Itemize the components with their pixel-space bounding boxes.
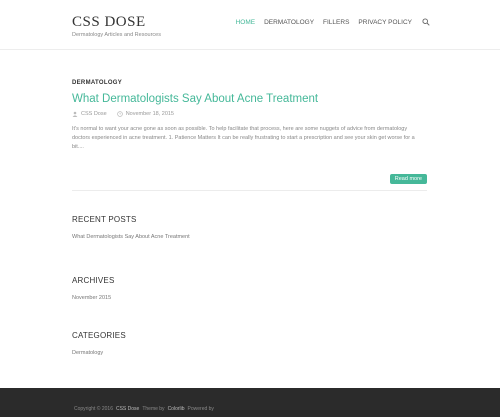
search-icon[interactable]	[422, 18, 430, 26]
recent-posts-widget: RECENT POSTS What Dermatologists Say Abo…	[72, 215, 427, 240]
footer-powered: Powered by	[187, 406, 214, 412]
nav-item-privacy-policy[interactable]: PRIVACY POLICY	[358, 19, 412, 26]
site-header: CSS DOSE Dermatology Articles and Resour…	[0, 0, 500, 50]
post-divider	[72, 190, 427, 191]
nav-item-fillers[interactable]: FILLERS	[323, 19, 349, 26]
footer-theme-prefix: Theme by	[142, 406, 165, 412]
widget-title: ARCHIVES	[72, 276, 115, 285]
post-meta: CSS Dose November 18, 2015	[72, 111, 427, 117]
categories-widget: CATEGORIES Dermatology	[72, 331, 427, 356]
post-author[interactable]: CSS Dose	[81, 111, 107, 117]
site-footer: Copyright © 2016 CSS Dose Theme by Color…	[0, 388, 500, 417]
footer-copyright: Copyright © 2016	[74, 406, 113, 412]
widget-title: RECENT POSTS	[72, 215, 137, 224]
main-nav: HOME DERMATOLOGY FILLERS PRIVACY POLICY	[227, 18, 430, 26]
post-date[interactable]: November 18, 2015	[126, 111, 174, 117]
post-excerpt: It's normal to want your acne gone as so…	[72, 126, 415, 150]
footer-site-link[interactable]: CSS Dose	[116, 406, 139, 412]
widget-title: CATEGORIES	[72, 331, 126, 340]
nav-item-home[interactable]: HOME	[236, 19, 256, 26]
footer-theme-link[interactable]: Colorlib	[168, 406, 185, 412]
recent-post-link[interactable]: What Dermatologists Say About Acne Treat…	[72, 234, 427, 240]
read-more-button[interactable]: Read more	[389, 174, 427, 184]
nav-item-dermatology[interactable]: DERMATOLOGY	[264, 19, 314, 26]
brand: CSS DOSE Dermatology Articles and Resour…	[72, 14, 161, 38]
site-title[interactable]: CSS DOSE	[72, 14, 161, 31]
clock-icon	[116, 111, 123, 117]
category-link[interactable]: Dermatology	[72, 350, 427, 356]
post-entry: DERMATOLOGY What Dermatologists Say Abou…	[72, 80, 427, 191]
post-title[interactable]: What Dermatologists Say About Acne Treat…	[72, 93, 427, 105]
site-description: Dermatology Articles and Resources	[72, 32, 161, 38]
archive-link[interactable]: November 2015	[72, 295, 427, 301]
footer-credits: Copyright © 2016 CSS Dose Theme by Color…	[74, 406, 217, 412]
archives-widget: ARCHIVES November 2015	[72, 276, 427, 301]
user-icon	[72, 111, 78, 117]
post-category[interactable]: DERMATOLOGY	[72, 80, 427, 86]
